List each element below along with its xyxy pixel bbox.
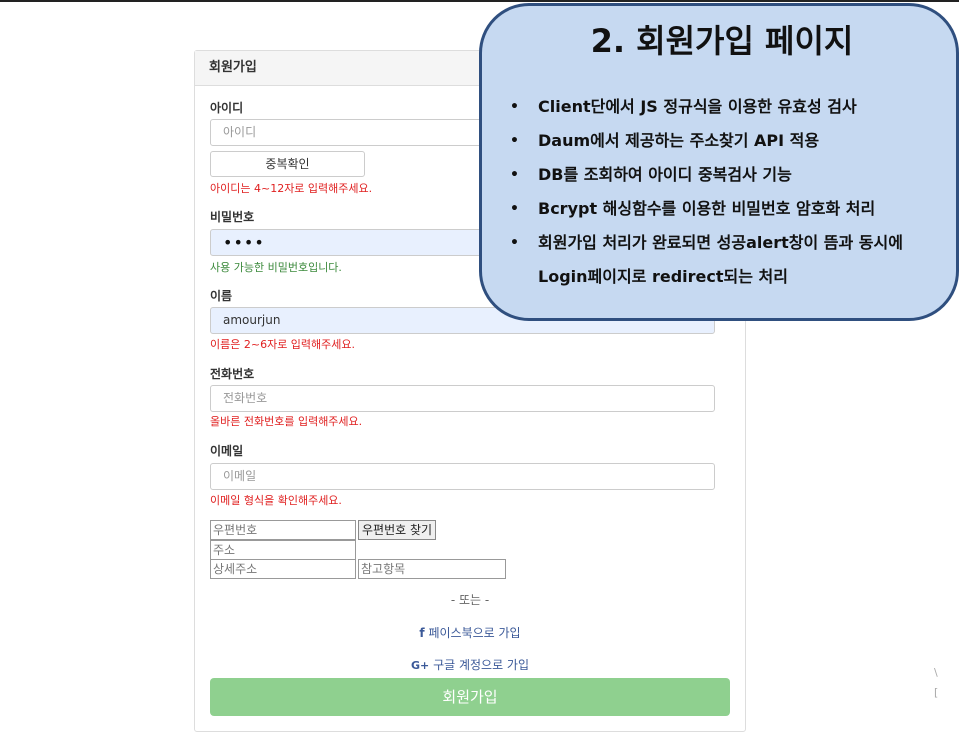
- feature-callout: 2. 회원가입 페이지 Client단에서 JS 정규식을 이용한 유효성 검사…: [479, 3, 959, 321]
- id-duplicate-check-button[interactable]: 중복확인: [210, 151, 365, 177]
- edge-mark: [: [934, 686, 939, 699]
- facebook-signup-link[interactable]: f 페이스북으로 가입: [195, 624, 745, 641]
- callout-title: 2. 회원가입 페이지: [590, 22, 854, 60]
- phone-label: 전화번호: [210, 367, 255, 381]
- email-label: 이메일: [210, 444, 244, 458]
- or-divider: - 또는 -: [450, 593, 490, 607]
- name-validation-message: 이름은 2~6자로 입력해주세요.: [210, 338, 356, 351]
- facebook-icon: f: [419, 626, 425, 640]
- postcode-input[interactable]: 우편번호: [210, 520, 356, 540]
- callout-item: Bcrypt 해싱함수를 이용한 비밀번호 암호화 처리: [502, 192, 942, 226]
- google-signup-label: 구글 계정으로 가입: [433, 658, 530, 672]
- callout-item: 회원가입 처리가 완료되면 성공alert창이 뜸과 동시에 Login페이지로…: [502, 226, 942, 294]
- extra-address-input[interactable]: 참고항목: [358, 559, 506, 579]
- edge-mark: \: [934, 666, 938, 679]
- detail-address-input[interactable]: 상세주소: [210, 559, 356, 579]
- email-input[interactable]: 이메일: [210, 463, 715, 490]
- id-validation-message: 아이디는 4~12자로 입력해주세요.: [210, 182, 373, 195]
- name-label: 이름: [210, 289, 233, 303]
- callout-item: Client단에서 JS 정규식을 이용한 유효성 검사: [502, 90, 942, 124]
- postcode-search-button[interactable]: 우편번호 찾기: [358, 520, 437, 540]
- facebook-signup-label: 페이스북으로 가입: [428, 626, 521, 640]
- id-label: 아이디: [210, 101, 244, 115]
- top-border: [0, 0, 959, 2]
- callout-item: DB를 조회하여 아이디 중복검사 기능: [502, 158, 942, 192]
- phone-validation-message: 올바른 전화번호를 입력해주세요.: [210, 415, 363, 428]
- email-validation-message: 이메일 형식을 확인해주세요.: [210, 494, 342, 507]
- google-plus-icon: G+: [410, 659, 430, 672]
- phone-input[interactable]: 전화번호: [210, 385, 715, 412]
- google-signup-link[interactable]: G+ 구글 계정으로 가입: [195, 656, 745, 673]
- signup-submit-button[interactable]: 회원가입: [210, 678, 730, 716]
- callout-item: Daum에서 제공하는 주소찾기 API 적용: [502, 124, 942, 158]
- password-label: 비밀번호: [210, 210, 255, 224]
- callout-feature-list: Client단에서 JS 정규식을 이용한 유효성 검사 Daum에서 제공하는…: [502, 90, 942, 294]
- address-input[interactable]: 주소: [210, 540, 356, 560]
- password-validation-message: 사용 가능한 비밀번호입니다.: [210, 261, 342, 274]
